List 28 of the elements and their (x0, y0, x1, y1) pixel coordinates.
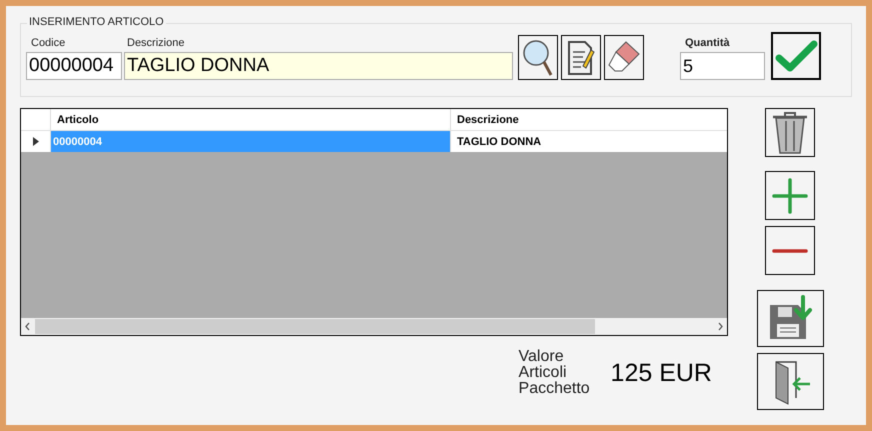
clear-button[interactable] (604, 35, 644, 80)
edit-button[interactable] (561, 35, 601, 80)
column-header[interactable]: Articolo (51, 109, 451, 130)
minus-icon (771, 248, 809, 254)
scroll-thumb[interactable] (35, 319, 595, 334)
trash-icon (770, 110, 810, 154)
total-label: Valore Articoli Pacchetto (518, 349, 591, 397)
code-label: Codice (31, 37, 66, 49)
group-title: INSERIMENTO ARTICOLO (27, 16, 166, 28)
description-field[interactable]: TAGLIO DONNA (124, 52, 513, 80)
total-value: 125 EUR (610, 358, 712, 388)
column-header[interactable]: Descrizione (451, 109, 727, 130)
confirm-button[interactable] (771, 32, 821, 80)
plus-icon (771, 176, 809, 214)
add-button[interactable] (765, 171, 815, 220)
delete-button[interactable] (765, 108, 815, 157)
code-field[interactable]: 00000004 (26, 52, 122, 80)
table-cell[interactable]: TAGLIO DONNA (451, 131, 727, 152)
search-icon (521, 38, 555, 78)
quantity-label: Quantità (685, 37, 731, 49)
search-button[interactable] (518, 35, 558, 80)
horizontal-scrollbar[interactable] (21, 318, 727, 335)
save-button[interactable] (756, 290, 824, 347)
remove-button[interactable] (765, 226, 815, 275)
description-label: Descrizione (127, 37, 186, 49)
quantity-field[interactable]: 5 (680, 52, 765, 80)
checkmark-icon (774, 38, 818, 74)
exit-button[interactable] (756, 353, 824, 410)
